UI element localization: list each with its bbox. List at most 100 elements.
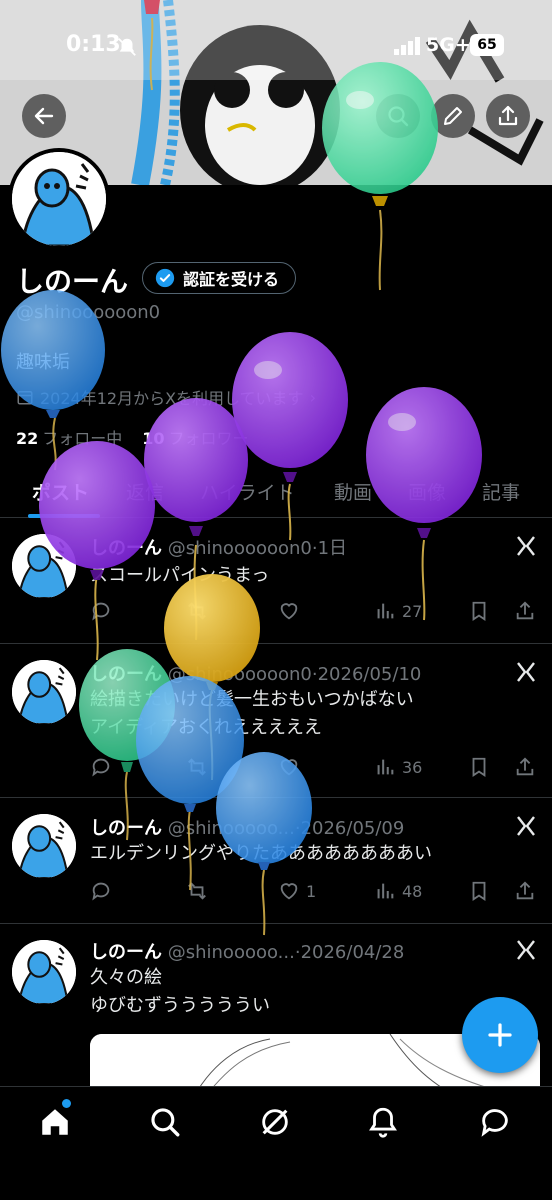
bookmark-icon bbox=[472, 757, 486, 777]
like-button[interactable]: 1 bbox=[278, 880, 316, 902]
calendar-icon bbox=[17, 391, 33, 405]
arrow-left-icon bbox=[34, 107, 54, 125]
followers-count: 10 bbox=[142, 429, 165, 448]
reply-button[interactable] bbox=[90, 600, 112, 622]
post-text-line: エルデンリングやりたああああああああい bbox=[90, 843, 432, 864]
repost-icon bbox=[188, 758, 206, 776]
post-text-line: 絵描きたいけど髪一生おもいつかばない bbox=[90, 689, 414, 710]
post-author-name[interactable]: しのーん bbox=[90, 538, 162, 559]
post-header: しのーん @shinooooo...·2026/05/09 bbox=[90, 814, 404, 840]
views-button[interactable]: 36 bbox=[374, 756, 422, 778]
bookmark-button[interactable] bbox=[468, 880, 490, 902]
grok-x-icon[interactable] bbox=[514, 814, 538, 838]
share-post-button[interactable] bbox=[514, 756, 536, 778]
post-avatar[interactable] bbox=[12, 534, 76, 598]
back-button[interactable] bbox=[22, 94, 66, 138]
reply-button[interactable] bbox=[90, 756, 112, 778]
post-item[interactable]: しのーん @shinoooooon0·1日 スコールパインうまっ 27 bbox=[0, 518, 552, 644]
post-avatar[interactable] bbox=[12, 660, 76, 724]
post-author-handle: @shinoooooon0 bbox=[167, 664, 312, 685]
post-date: ·2026/05/09 bbox=[294, 818, 405, 839]
avatar-illustration bbox=[12, 660, 76, 724]
like-button[interactable] bbox=[278, 756, 300, 778]
grok-x-icon[interactable] bbox=[514, 938, 538, 962]
profile-handle: @shinoooooon0 bbox=[16, 302, 161, 323]
grok-x-icon[interactable] bbox=[514, 660, 538, 684]
avatar-illustration bbox=[12, 940, 76, 1004]
bell-icon[interactable] bbox=[366, 1105, 400, 1139]
tab-replies[interactable]: 返信 bbox=[126, 478, 164, 505]
views-count: 27 bbox=[402, 601, 423, 621]
views-button[interactable]: 48 bbox=[374, 880, 422, 902]
heart-icon bbox=[280, 759, 298, 776]
search-icon bbox=[388, 106, 409, 127]
post-author-name[interactable]: しのーん bbox=[90, 664, 162, 685]
notification-dot bbox=[62, 1099, 71, 1108]
post-date: ·2026/05/10 bbox=[311, 664, 422, 685]
heart-icon bbox=[280, 603, 298, 620]
repost-button[interactable] bbox=[186, 756, 208, 778]
post-author-name[interactable]: しのーん bbox=[90, 818, 162, 839]
tab-highlights[interactable]: ハイライト bbox=[200, 478, 295, 505]
share-icon bbox=[516, 757, 534, 776]
post-actions: 27 bbox=[90, 600, 542, 626]
repost-button[interactable] bbox=[186, 600, 208, 622]
post-text-line: ゆびむずうううううい bbox=[90, 995, 270, 1016]
bar-chart-icon bbox=[377, 603, 394, 619]
signal-icon bbox=[394, 37, 420, 55]
joined-text: 2024年12月からXを利用しています bbox=[40, 389, 304, 408]
post-text-line: スコールパインうまっ bbox=[90, 565, 270, 586]
heart-icon bbox=[280, 883, 298, 900]
edit-button[interactable] bbox=[431, 94, 475, 138]
post-author-name[interactable]: しのーん bbox=[90, 942, 162, 963]
reply-button[interactable] bbox=[90, 880, 112, 902]
views-button[interactable]: 27 bbox=[374, 600, 422, 622]
search-icon[interactable] bbox=[148, 1105, 182, 1139]
verify-button[interactable]: 認証を受ける bbox=[142, 262, 297, 294]
profile-bio: 趣味垢 bbox=[16, 352, 70, 373]
like-button[interactable] bbox=[278, 600, 300, 622]
post-header: しのーん @shinoooooon0·2026/05/10 bbox=[90, 660, 421, 686]
share-icon bbox=[516, 881, 534, 900]
post-date: ·1日 bbox=[311, 538, 348, 559]
tab-articles[interactable]: 記事 bbox=[482, 478, 520, 505]
home-icon[interactable] bbox=[38, 1105, 72, 1139]
share-post-button[interactable] bbox=[514, 600, 536, 622]
post-avatar[interactable] bbox=[12, 814, 76, 878]
share-icon bbox=[498, 105, 518, 126]
tab-images[interactable]: 画像 bbox=[408, 478, 446, 505]
bookmark-button[interactable] bbox=[468, 600, 490, 622]
post-item[interactable]: しのーん @shinoooooon0·2026/05/10 絵描きたいけど髪一生… bbox=[0, 644, 552, 798]
following-link[interactable]: 22 フォロー中 bbox=[16, 425, 122, 449]
messages-icon[interactable] bbox=[478, 1105, 512, 1139]
post-author-handle: @shinoooooon0 bbox=[167, 538, 312, 559]
avatar-illustration bbox=[12, 152, 106, 246]
followers-link[interactable]: 10 フォロワー bbox=[142, 425, 248, 449]
post-text-line: アイディアおくれえええええ bbox=[90, 717, 322, 738]
pencil-icon bbox=[444, 107, 462, 125]
search-button[interactable] bbox=[376, 94, 420, 138]
chevron-right-icon: › bbox=[309, 387, 316, 407]
joined-date: 2024年12月からXを利用しています › bbox=[16, 385, 316, 409]
display-name: しのーん bbox=[16, 265, 129, 298]
avatar-illustration bbox=[12, 814, 76, 878]
share-button[interactable] bbox=[486, 94, 530, 138]
compose-post-button[interactable] bbox=[462, 997, 538, 1073]
post-item[interactable]: しのーん @shinooooo...·2026/05/09 エルデンリングやりた… bbox=[0, 798, 552, 924]
following-count: 22 bbox=[16, 429, 39, 448]
bookmark-icon bbox=[472, 601, 486, 621]
tab-posts[interactable]: ポスト bbox=[32, 478, 89, 505]
post-avatar[interactable] bbox=[12, 940, 76, 1004]
grok-icon[interactable] bbox=[258, 1105, 292, 1139]
reply-icon bbox=[92, 602, 110, 621]
repost-button[interactable] bbox=[186, 880, 208, 902]
bar-chart-icon bbox=[377, 883, 394, 899]
post-actions: 1 48 bbox=[90, 880, 542, 906]
bookmark-button[interactable] bbox=[468, 756, 490, 778]
reply-icon bbox=[92, 758, 110, 777]
tab-videos[interactable]: 動画 bbox=[334, 478, 372, 505]
profile-avatar[interactable] bbox=[8, 148, 110, 250]
share-post-button[interactable] bbox=[514, 880, 536, 902]
grok-x-icon[interactable] bbox=[514, 534, 538, 558]
bottom-nav bbox=[0, 1086, 552, 1200]
